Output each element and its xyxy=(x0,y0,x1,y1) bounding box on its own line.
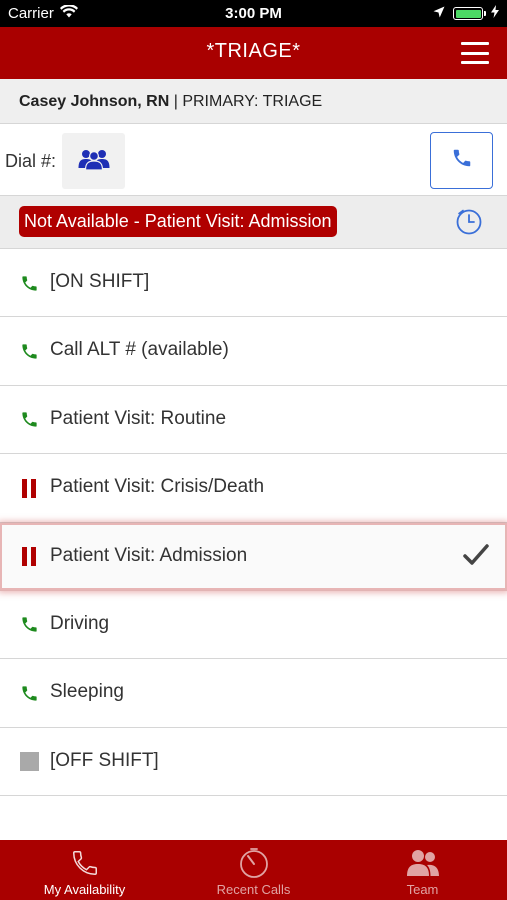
status-option[interactable]: Call ALT # (available) xyxy=(0,317,507,386)
pause-icon xyxy=(19,547,39,567)
status-option-label: Driving xyxy=(50,612,110,634)
phone-icon xyxy=(19,615,39,635)
user-name: Casey Johnson, RN xyxy=(19,93,170,110)
status-option-label: Patient Visit: Routine xyxy=(50,407,227,429)
tab-label: Team xyxy=(406,882,439,897)
battery-icon xyxy=(453,7,486,20)
user-header: Casey Johnson, RN | PRIMARY: TRIAGE xyxy=(0,79,507,124)
status-option-label: Patient Visit: Crisis/Death xyxy=(50,476,265,498)
group-icon xyxy=(77,148,111,175)
charging-bolt-icon xyxy=(491,5,499,22)
status-option[interactable]: [OFF SHIFT] xyxy=(0,727,507,797)
hamburger-menu-icon[interactable] xyxy=(461,42,489,64)
team-icon xyxy=(338,847,507,879)
status-option-label: [ON SHIFT] xyxy=(50,271,150,292)
location-arrow-icon xyxy=(433,5,445,22)
tab-bar: My Availability Recent Calls Team xyxy=(0,840,507,900)
tab-recent-calls[interactable]: Recent Calls xyxy=(169,840,338,900)
status-option[interactable]: Patient Visit: Crisis/Death xyxy=(0,454,507,523)
current-status-badge: Not Available - Patient Visit: Admission xyxy=(19,206,337,237)
status-bar: Carrier 3:00 PM xyxy=(0,0,507,27)
dial-label: Dial #: xyxy=(5,151,57,171)
phone-icon xyxy=(19,273,39,293)
current-status-row: Not Available - Patient Visit: Admission xyxy=(0,196,507,249)
status-option[interactable]: Patient Visit: Routine xyxy=(0,385,507,455)
clock-icon[interactable] xyxy=(455,208,483,241)
tab-label: My Availability xyxy=(43,882,126,897)
phone-icon xyxy=(19,410,39,430)
nav-bar: *TRIAGE* xyxy=(0,27,507,79)
phone-icon xyxy=(0,847,169,879)
pause-icon xyxy=(19,478,39,498)
header-separator: | xyxy=(169,93,183,110)
clock-time: 3:00 PM xyxy=(225,5,282,22)
status-right xyxy=(433,5,499,22)
tab-team[interactable]: Team xyxy=(338,840,507,900)
status-option[interactable]: [ON SHIFT] xyxy=(0,249,507,318)
dial-row: Dial #: xyxy=(0,124,507,196)
user-role: PRIMARY: TRIAGE xyxy=(182,93,323,110)
status-option[interactable]: Patient Visit: Admission xyxy=(0,522,507,591)
stopwatch-icon xyxy=(169,847,338,879)
page-title: *TRIAGE* xyxy=(206,40,301,62)
phone-icon xyxy=(19,341,39,361)
status-option-label: Patient Visit: Admission xyxy=(50,544,248,566)
call-button[interactable] xyxy=(430,132,493,189)
phone-icon xyxy=(19,683,39,703)
group-dial-button[interactable] xyxy=(62,133,125,189)
phone-icon xyxy=(451,147,473,174)
status-option-label: Sleeping xyxy=(50,681,124,703)
stop-icon xyxy=(19,752,39,772)
status-option-label: Call ALT # (available) xyxy=(50,339,229,361)
checkmark-icon xyxy=(463,543,489,572)
tab-label: Recent Calls xyxy=(216,882,291,897)
status-option-label: [OFF SHIFT] xyxy=(50,749,159,771)
status-option[interactable]: Sleeping xyxy=(0,659,507,728)
status-list: [ON SHIFT] Call ALT # (available) Patient … xyxy=(0,249,507,797)
tab-my-availability[interactable]: My Availability xyxy=(0,840,169,900)
status-option[interactable]: Driving xyxy=(0,590,507,660)
